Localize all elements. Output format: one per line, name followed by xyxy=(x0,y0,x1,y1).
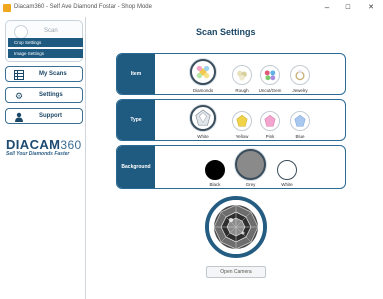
gears-icon: ⚙ xyxy=(14,91,24,101)
yellow-diamond-image xyxy=(232,111,252,131)
white-swatch xyxy=(277,160,297,180)
diamonds-image xyxy=(190,59,216,85)
nav-settings[interactable]: ⚙ Settings xyxy=(5,87,83,103)
type-panel: Type White Yellow Pink Blue xyxy=(116,99,346,141)
rough-image xyxy=(232,65,252,85)
window-title: Diacam360 - Self Ave Diamond Fostar - Sh… xyxy=(14,4,152,10)
minimize-button[interactable]: – xyxy=(320,3,334,13)
background-option-black[interactable]: Black xyxy=(205,160,225,187)
nav-my-scans[interactable]: My Scans xyxy=(5,66,83,82)
grey-bg-label: Grey xyxy=(245,182,256,187)
scan-label: Scan xyxy=(44,28,58,34)
type-panel-label: Type xyxy=(130,117,142,123)
item-option-diamonds[interactable]: Diamonds xyxy=(190,59,216,93)
item-panel-header: Item xyxy=(117,54,155,94)
background-option-grey[interactable]: Grey xyxy=(235,149,266,187)
white-diamond-image xyxy=(190,105,216,131)
jewelry-image xyxy=(290,65,310,85)
item-option-uncut-gem[interactable]: Uncut/Gem xyxy=(259,65,281,93)
diacam-logo: DIACAM360 Sell Your Diamonds Faster xyxy=(6,137,86,157)
nav-settings-label: Settings xyxy=(39,92,63,98)
scan-icon xyxy=(14,25,28,39)
app-window: Diacam360 - Self Ave Diamond Fostar - Sh… xyxy=(0,0,383,299)
sidebar-item-image-settings[interactable]: Image Settings xyxy=(8,49,83,58)
background-panel-label: Background xyxy=(121,164,151,170)
sidebar: Scan Crop Settings Image Settings My Sca… xyxy=(0,17,86,299)
app-icon xyxy=(3,4,11,12)
page-title: Scan Settings xyxy=(196,27,256,37)
white-type-label: White xyxy=(197,134,209,139)
grid-icon xyxy=(14,70,24,80)
sidebar-item-crop-settings[interactable]: Crop Settings xyxy=(8,38,83,47)
blue-diamond-image xyxy=(290,111,310,131)
jewelry-label: Jewelry xyxy=(292,88,308,93)
pink-diamond-image xyxy=(260,111,280,131)
diamond-preview-image xyxy=(209,200,263,254)
item-option-rough[interactable]: Rough xyxy=(232,65,252,93)
black-swatch xyxy=(205,160,225,180)
type-option-blue[interactable]: Blue xyxy=(290,111,310,139)
background-panel-header: Background xyxy=(117,146,155,188)
diamonds-label: Diamonds xyxy=(192,88,214,93)
background-option-white[interactable]: White xyxy=(277,160,297,187)
item-option-jewelry[interactable]: Jewelry xyxy=(290,65,310,93)
type-option-pink[interactable]: Pink xyxy=(260,111,280,139)
logo-number: 360 xyxy=(60,138,82,152)
nav-my-scans-label: My Scans xyxy=(39,71,67,77)
open-camera-button[interactable]: Open Camera xyxy=(206,266,266,278)
uncut-gem-image xyxy=(260,65,280,85)
person-icon xyxy=(14,112,24,122)
item-panel: Item Diamonds Rough Uncut/Gem Jewelry xyxy=(116,53,346,95)
title-bar: Diacam360 - Self Ave Diamond Fostar - Sh… xyxy=(0,0,383,17)
nav-support[interactable]: Support xyxy=(5,108,83,124)
grey-swatch xyxy=(235,149,266,180)
background-panel: Background Black Grey White xyxy=(116,145,346,189)
diamond-preview xyxy=(205,196,267,258)
logo-text: DIACAM xyxy=(6,137,61,152)
white-bg-label: White xyxy=(281,182,293,187)
item-panel-label: Item xyxy=(130,71,142,77)
maximize-button[interactable]: ☐ xyxy=(341,3,355,13)
type-panel-header: Type xyxy=(117,100,155,140)
type-option-white[interactable]: White xyxy=(190,105,216,139)
close-button[interactable]: ✕ xyxy=(364,3,378,13)
type-option-yellow[interactable]: Yellow xyxy=(232,111,252,139)
blue-type-label: Blue xyxy=(295,134,305,139)
nav-support-label: Support xyxy=(39,113,62,119)
